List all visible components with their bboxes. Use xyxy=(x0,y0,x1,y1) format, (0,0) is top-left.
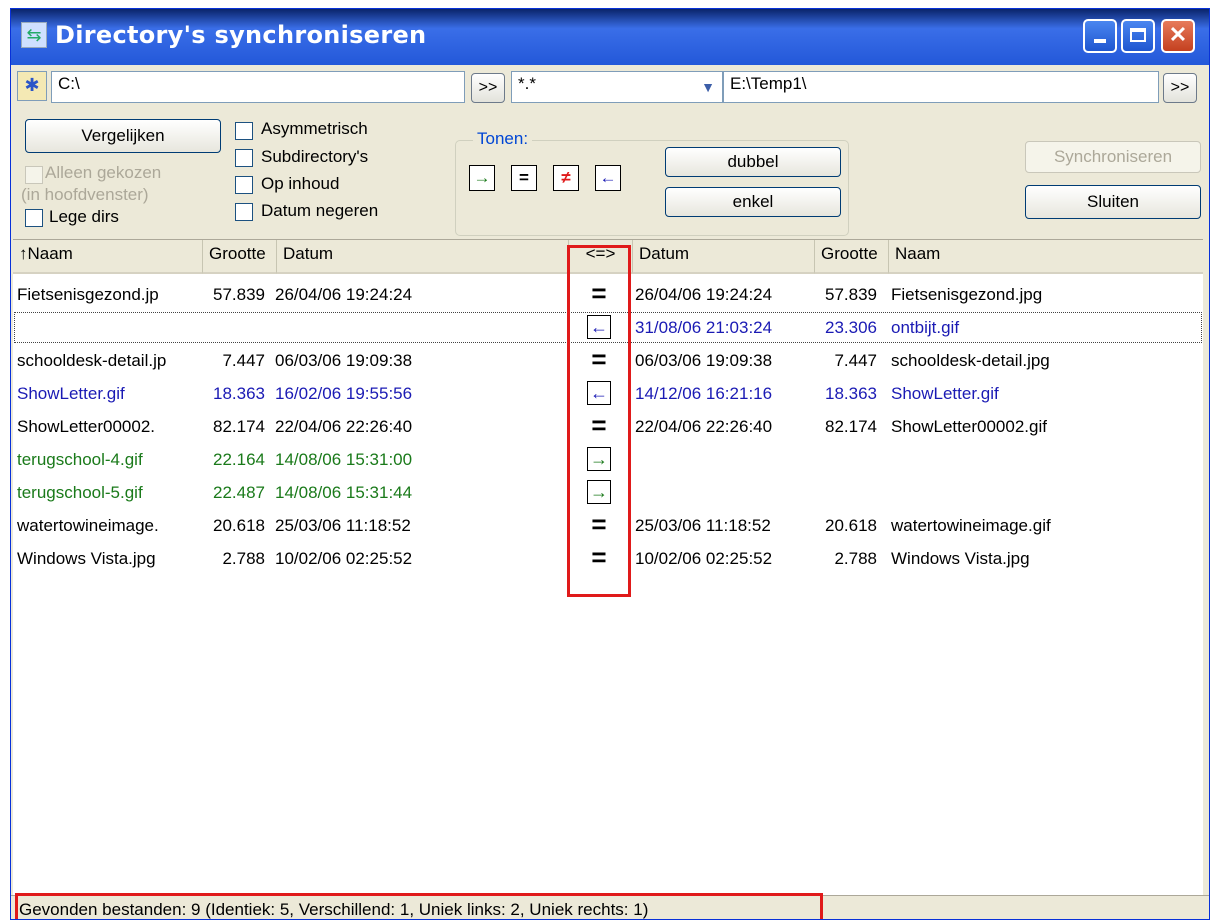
subdirs-checkbox[interactable] xyxy=(235,149,253,167)
empty-dirs-checkbox[interactable] xyxy=(25,209,43,227)
column-right-date[interactable]: Datum xyxy=(633,240,815,274)
ignore-date-label: Datum negeren xyxy=(261,201,379,220)
cell-rdate: 10/02/06 02:25:52 xyxy=(635,549,773,568)
app-icon: ⇆ xyxy=(21,22,47,48)
cell-rsize: 82.174 xyxy=(825,417,877,436)
single-button[interactable]: enkel xyxy=(665,187,841,217)
close-icon: ✕ xyxy=(1168,22,1188,47)
empty-dirs-label: Lege dirs xyxy=(49,207,119,226)
compare-column-highlight xyxy=(567,245,631,597)
cell-lname: terugschool-5.gif xyxy=(17,483,143,502)
status-highlight xyxy=(15,893,823,919)
cell-ldate: 22/04/06 22:26:40 xyxy=(275,417,413,436)
cell-lsize: 22.487 xyxy=(213,483,265,502)
cell-rdate: 26/04/06 19:24:24 xyxy=(635,285,773,304)
only-selected-label: Alleen gekozen xyxy=(45,163,162,182)
maximize-icon xyxy=(1130,28,1146,42)
right-path-browse-button[interactable]: >> xyxy=(1163,73,1197,103)
cell-lname: ShowLetter00002. xyxy=(17,417,155,436)
show-group-title: Tonen: xyxy=(473,129,533,149)
cell-rdate: 31/08/06 21:03:24 xyxy=(635,318,773,337)
sync-dirs-window: ⇆ Directory's synchroniseren ✕ ✱ C:\ >> … xyxy=(10,8,1210,920)
cell-rsize: 20.618 xyxy=(825,516,877,535)
cell-rname: watertowineimage.gif xyxy=(891,516,1051,535)
title-bar[interactable]: ⇆ Directory's synchroniseren ✕ xyxy=(11,9,1209,65)
cell-ldate: 10/02/06 02:25:52 xyxy=(275,549,413,568)
close-window-button[interactable]: ✕ xyxy=(1161,19,1195,53)
cell-ldate: 26/04/06 19:24:24 xyxy=(275,285,413,304)
close-button[interactable]: Sluiten xyxy=(1025,185,1201,219)
cell-lsize: 20.618 xyxy=(213,516,265,535)
cell-ldate: 25/03/06 11:18:52 xyxy=(275,516,411,535)
column-left-size[interactable]: Grootte xyxy=(203,240,277,274)
cell-lname: ShowLetter.gif xyxy=(17,384,125,403)
compare-button[interactable]: Vergelijken xyxy=(25,119,221,153)
cell-rdate: 06/03/06 19:09:38 xyxy=(635,351,773,370)
synchronize-button[interactable]: Synchroniseren xyxy=(1025,141,1201,173)
left-path-browse-button[interactable]: >> xyxy=(471,73,505,103)
asymmetric-checkbox[interactable] xyxy=(235,122,253,140)
cell-lsize: 82.174 xyxy=(213,417,265,436)
cell-rdate: 25/03/06 11:18:52 xyxy=(635,516,771,535)
cell-rname: Windows Vista.jpg xyxy=(891,549,1030,568)
asymmetric-label: Asymmetrisch xyxy=(261,119,368,138)
double-button[interactable]: dubbel xyxy=(665,147,841,177)
left-path-input[interactable]: C:\ xyxy=(51,71,465,103)
filter-combo[interactable]: *.* xyxy=(511,71,723,103)
cell-rsize: 2.788 xyxy=(834,549,877,568)
column-right-size[interactable]: Grootte xyxy=(815,240,889,274)
cell-rsize: 57.839 xyxy=(825,285,877,304)
folder-icon: ✱ xyxy=(24,75,40,95)
cell-rname: ontbijt.gif xyxy=(891,318,960,337)
maximize-button[interactable] xyxy=(1121,19,1155,53)
cell-lsize: 2.788 xyxy=(222,549,265,568)
cell-lname: Windows Vista.jpg xyxy=(17,549,156,568)
minimize-icon xyxy=(1094,39,1106,43)
left-arrow-icon: ← xyxy=(599,168,617,187)
column-left-name[interactable]: ↑Naam xyxy=(13,240,203,274)
cell-rsize: 18.363 xyxy=(825,384,877,403)
minimize-button[interactable] xyxy=(1083,19,1117,53)
cell-rsize: 7.447 xyxy=(834,351,877,370)
cell-ldate: 14/08/06 15:31:00 xyxy=(275,450,413,469)
cell-lname: watertowineimage. xyxy=(17,516,159,535)
by-content-label: Op inhoud xyxy=(261,174,340,193)
cell-lname: Fietsenisgezond.jp xyxy=(17,285,159,304)
cell-rname: ShowLetter00002.gif xyxy=(891,417,1047,436)
cell-rname: ShowLetter.gif xyxy=(891,384,999,403)
cell-lsize: 18.363 xyxy=(213,384,265,403)
cell-ldate: 14/08/06 15:31:44 xyxy=(275,483,413,502)
browse-folder-button[interactable]: ✱ xyxy=(17,71,47,101)
chevron-down-icon[interactable]: ▼ xyxy=(697,75,719,99)
right-arrow-icon: → xyxy=(473,168,491,187)
cell-lname: terugschool-4.gif xyxy=(17,450,143,469)
cell-ldate: 16/02/06 19:55:56 xyxy=(275,384,413,403)
right-path-input[interactable]: E:\Temp1\ xyxy=(723,71,1159,103)
equal-icon: = xyxy=(519,168,529,187)
cell-lsize: 57.839 xyxy=(213,285,265,304)
by-content-checkbox[interactable] xyxy=(235,176,253,194)
not-equal-icon: ≠ xyxy=(561,168,571,187)
show-equal-button[interactable]: = xyxy=(511,165,537,191)
only-selected-sublabel: (in hoofdvenster) xyxy=(21,185,149,204)
column-right-name[interactable]: Naam xyxy=(889,240,1203,274)
ignore-date-checkbox[interactable] xyxy=(235,203,253,221)
cell-rname: Fietsenisgezond.jpg xyxy=(891,285,1043,304)
column-left-date[interactable]: Datum xyxy=(277,240,569,274)
cell-lname: schooldesk-detail.jp xyxy=(17,351,167,370)
cell-rdate: 14/12/06 16:21:16 xyxy=(635,384,773,403)
cell-lsize: 22.164 xyxy=(213,450,265,469)
show-left-only-button[interactable]: → xyxy=(469,165,495,191)
cell-lsize: 7.447 xyxy=(222,351,265,370)
show-different-button[interactable]: ≠ xyxy=(553,165,579,191)
window-title: Directory's synchroniseren xyxy=(55,21,427,49)
cell-rsize: 23.306 xyxy=(825,318,877,337)
subdirs-label: Subdirectory's xyxy=(261,147,369,166)
show-right-only-button[interactable]: ← xyxy=(595,165,621,191)
cell-ldate: 06/03/06 19:09:38 xyxy=(275,351,413,370)
cell-rname: schooldesk-detail.jpg xyxy=(891,351,1050,370)
cell-rdate: 22/04/06 22:26:40 xyxy=(635,417,773,436)
